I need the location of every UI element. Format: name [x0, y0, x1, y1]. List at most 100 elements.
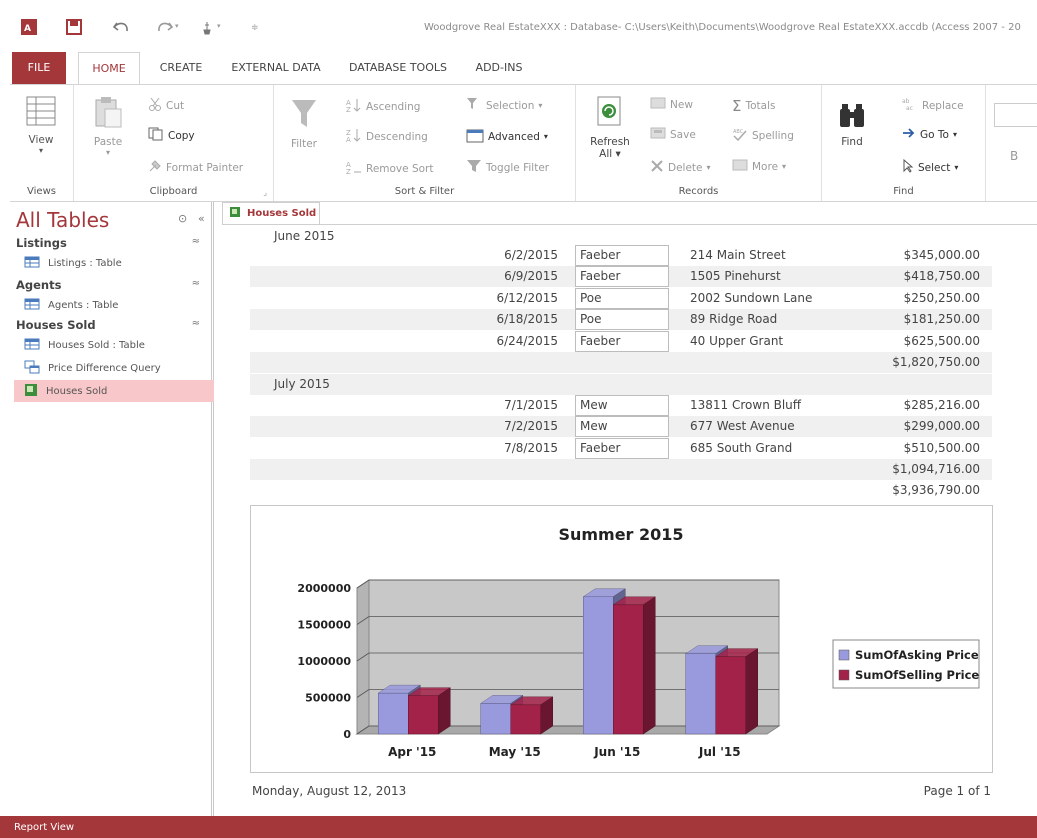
more-button[interactable]: More ▾: [732, 159, 786, 174]
redo-icon[interactable]: ▾: [156, 18, 182, 36]
refresh-all-button[interactable]: Refresh All ▾: [588, 95, 632, 160]
select-button[interactable]: Select ▾: [902, 158, 958, 176]
clipboard-launcher-icon[interactable]: ⌟: [263, 188, 267, 197]
tab-file[interactable]: FILE: [12, 52, 66, 84]
descending-button[interactable]: ZA Descending: [346, 127, 428, 146]
bar: [480, 703, 511, 735]
remove-sort-button[interactable]: AZ Remove Sort: [346, 159, 433, 178]
nav-group-label: Houses Sold: [16, 318, 96, 332]
bar-chart: Summer 2015 0 500000 1000000 1500000 2000000 A…: [297, 525, 980, 759]
datasheet-view-icon: [18, 95, 64, 130]
nav-item-agents-table[interactable]: Agents : Table: [14, 294, 214, 316]
ascending-label: Ascending: [366, 100, 421, 113]
svg-text:A: A: [346, 136, 351, 143]
save-record-icon: [650, 127, 666, 142]
spelling-button[interactable]: ABC Spelling: [732, 127, 794, 144]
view-button[interactable]: View ▾: [18, 95, 64, 155]
tab-external-data[interactable]: EXTERNAL DATA: [222, 52, 330, 84]
agent-field[interactable]: Faeber: [575, 331, 669, 352]
nav-group-houses-sold[interactable]: Houses Sold ≈: [16, 318, 206, 332]
group-find: Find ab ac Replace Go To ▾ Select ▾ Find: [822, 85, 986, 201]
agent-field[interactable]: Poe: [575, 288, 669, 309]
shutter-bar-close-icon[interactable]: «: [198, 212, 205, 225]
footer-date: Monday, August 12, 2013: [252, 784, 407, 798]
nav-title[interactable]: All Tables: [16, 208, 109, 232]
legend-swatch: [838, 669, 850, 681]
ribbon: View ▾ Views Paste ▾ Cut Copy Format Pai…: [10, 84, 1037, 202]
clipboard-group-label: Clipboard: [149, 186, 198, 197]
agent-field[interactable]: Faeber: [575, 245, 669, 266]
svg-text:ab: ab: [902, 98, 910, 105]
nav-item-label: Agents : Table: [48, 299, 119, 311]
group-header-june: June 2015: [274, 229, 335, 243]
bar-side: [643, 596, 656, 735]
font-name-box[interactable]: [994, 103, 1037, 127]
selection-button[interactable]: Selection ▾: [466, 97, 542, 114]
collapse-icon[interactable]: ≈: [192, 278, 200, 289]
collapse-icon[interactable]: ≈: [192, 236, 200, 247]
address: 1505 Pinehurst: [690, 269, 781, 283]
nav-item-price-difference-query[interactable]: Price Difference Query: [14, 357, 214, 379]
save-icon[interactable]: [66, 18, 82, 36]
advanced-button[interactable]: Advanced ▾: [466, 127, 548, 146]
cut-button[interactable]: Cut: [148, 97, 184, 114]
report-icon: [24, 383, 38, 400]
ascending-button[interactable]: AZ Ascending: [346, 97, 420, 116]
replace-button[interactable]: ab ac Replace: [902, 97, 964, 114]
y-tick-label: 1000000: [297, 655, 351, 668]
sale-date: 7/2/2015: [504, 419, 558, 433]
totals-button[interactable]: Σ Totals: [732, 97, 775, 115]
format-painter-button[interactable]: Format Painter: [148, 159, 243, 176]
agent-field[interactable]: Mew: [575, 395, 669, 416]
bar-side: [438, 687, 451, 735]
address: 89 Ridge Road: [690, 312, 778, 326]
save-record-button[interactable]: Save: [650, 127, 696, 142]
undo-icon[interactable]: [112, 18, 130, 36]
svg-text:▾: ▾: [217, 22, 221, 30]
customize-toolbar-icon[interactable]: ≑: [250, 18, 260, 36]
nav-group-label: Listings: [16, 236, 67, 250]
find-button[interactable]: Find: [834, 103, 870, 148]
nav-item-label: Houses Sold: [46, 385, 108, 397]
copy-button[interactable]: Copy: [148, 127, 195, 144]
x-tick-label: May '15: [489, 745, 541, 759]
go-to-button[interactable]: Go To ▾: [902, 127, 957, 142]
legend-entry: SumOfAsking Price: [855, 648, 979, 662]
grand-total-row: $3,936,790.00: [250, 480, 992, 501]
bold-button[interactable]: B: [1010, 149, 1018, 163]
collapse-icon[interactable]: ≈: [192, 318, 200, 329]
advanced-filter-icon: [466, 127, 484, 146]
nav-group-agents[interactable]: Agents ≈: [16, 278, 206, 292]
copy-icon: [148, 127, 164, 144]
touch-mode-icon[interactable]: ▾: [200, 18, 226, 36]
y-tick-label: 1500000: [297, 619, 351, 632]
delete-record-button[interactable]: Delete ▾: [650, 159, 711, 176]
tab-home[interactable]: HOME: [78, 52, 140, 85]
agent-field[interactable]: Faeber: [575, 266, 669, 287]
toggle-filter-button[interactable]: Toggle Filter: [466, 159, 549, 176]
bar: [685, 653, 716, 735]
table-icon: [24, 298, 40, 313]
table-row: 7/1/2015 Mew 13811 Crown Bluff $285,216.…: [250, 395, 992, 416]
nav-dropdown-icon[interactable]: ⊙: [178, 212, 187, 225]
tab-add-ins[interactable]: ADD-INS: [466, 52, 532, 84]
sigma-icon: Σ: [732, 97, 742, 115]
more-label: More: [752, 160, 779, 173]
filter-button[interactable]: Filter: [286, 97, 322, 150]
nav-item-listings-table[interactable]: Listings : Table: [14, 252, 214, 274]
select-label: Select: [918, 161, 951, 174]
agent-field[interactable]: Faeber: [575, 438, 669, 459]
tab-create[interactable]: CREATE: [150, 52, 212, 84]
bar-side: [745, 648, 758, 735]
agent-field[interactable]: Poe: [575, 309, 669, 330]
paste-button[interactable]: Paste ▾: [88, 95, 128, 157]
document-tab-houses-sold[interactable]: Houses Sold: [222, 202, 320, 224]
address: 2002 Sundown Lane: [690, 291, 813, 305]
new-record-button[interactable]: New: [650, 97, 693, 112]
sale-date: 6/24/2015: [496, 334, 558, 348]
agent-field[interactable]: Mew: [575, 416, 669, 437]
nav-group-listings[interactable]: Listings ≈: [16, 236, 206, 250]
nav-item-houses-sold-table[interactable]: Houses Sold : Table: [14, 334, 214, 356]
nav-item-houses-sold-report[interactable]: Houses Sold: [14, 380, 214, 402]
tab-database-tools[interactable]: DATABASE TOOLS: [340, 52, 456, 84]
